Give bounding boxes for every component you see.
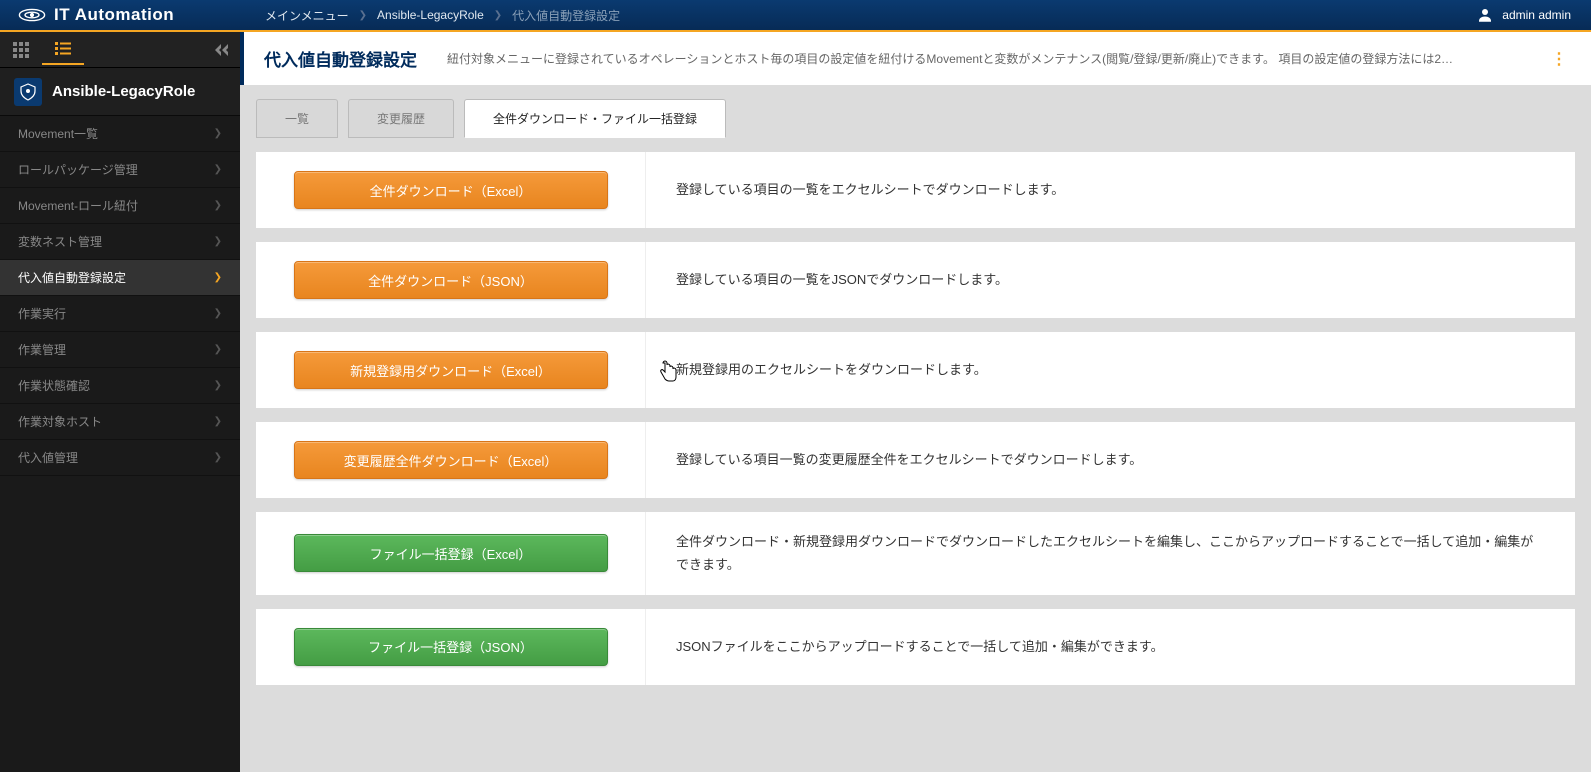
action-button-cell: 変更履歴全件ダウンロード（Excel） — [256, 422, 646, 498]
sidebar-menu: Movement一覧❯ロールパッケージ管理❯Movement-ロール紐付❯変数ネ… — [0, 116, 240, 772]
grid-view-button[interactable] — [0, 35, 42, 65]
action-button-cell: 全件ダウンロード（Excel） — [256, 152, 646, 228]
user-icon — [1476, 6, 1494, 24]
action-row-2: 新規登録用ダウンロード（Excel） 新規登録用のエクセルシートをダウンロードしま… — [256, 332, 1575, 408]
chevron-right-icon: ❯ — [214, 344, 222, 355]
sidebar-item-7[interactable]: 作業状態確認 ❯ — [0, 368, 240, 404]
action-description: 全件ダウンロード・新規登録用ダウンロードでダウンロードしたエクセルシートを編集し… — [646, 512, 1575, 595]
chevron-right-icon: ❯ — [214, 128, 222, 139]
action-row-5: ファイル一括登録（JSON） JSONファイルをここからアップロードすることで一括… — [256, 609, 1575, 685]
sidebar-item-label: Movement一覧 — [18, 125, 98, 142]
sidebar-item-1[interactable]: ロールパッケージ管理 ❯ — [0, 152, 240, 188]
chevron-right-icon: ❯ — [214, 380, 222, 391]
chevron-right-icon: ❯ — [214, 272, 222, 283]
sidebar-item-label: 変数ネスト管理 — [18, 233, 102, 250]
chevron-right-icon: ❯ — [214, 416, 222, 427]
tab-0[interactable]: 一覧 — [256, 99, 338, 138]
chevron-right-icon: ❯ — [214, 308, 222, 319]
sidebar-item-0[interactable]: Movement一覧 ❯ — [0, 116, 240, 152]
sidebar-item-label: 作業対象ホスト — [18, 413, 102, 430]
sidebar-item-4[interactable]: 代入値自動登録設定 ❯ — [0, 260, 240, 296]
sidebar-title-row: Ansible-LegacyRole — [0, 68, 240, 116]
chevron-right-icon: ❯ — [488, 10, 508, 21]
page-header: 代入値自動登録設定 紐付対象メニューに登録されているオペレーションとホスト毎の項… — [240, 32, 1591, 85]
action-row-4: ファイル一括登録（Excel） 全件ダウンロード・新規登録用ダウンロードでダウンロ… — [256, 512, 1575, 595]
action-description: 登録している項目一覧の変更履歴全件をエクセルシートでダウンロードします。 — [646, 422, 1575, 498]
action-button-2[interactable]: 新規登録用ダウンロード（Excel） — [294, 351, 608, 389]
action-description: 登録している項目の一覧をエクセルシートでダウンロードします。 — [646, 152, 1575, 228]
sidebar: Ansible-LegacyRole Movement一覧❯ロールパッケージ管理… — [0, 32, 240, 772]
sidebar-item-9[interactable]: 代入値管理 ❯ — [0, 440, 240, 476]
tabs: 一覧変更履歴全件ダウンロード・ファイル一括登録 — [240, 93, 1591, 138]
more-icon[interactable]: ⋮ — [1547, 49, 1571, 69]
tab-2[interactable]: 全件ダウンロード・ファイル一括登録 — [464, 99, 726, 138]
sidebar-item-label: 代入値自動登録設定 — [18, 269, 126, 286]
chevron-right-icon: ❯ — [353, 10, 373, 21]
sidebar-item-5[interactable]: 作業実行 ❯ — [0, 296, 240, 332]
action-button-cell: ファイル一括登録（JSON） — [256, 609, 646, 685]
user-area[interactable]: admin admin — [1476, 6, 1591, 24]
action-button-cell: 新規登録用ダウンロード（Excel） — [256, 332, 646, 408]
action-row-1: 全件ダウンロード（JSON） 登録している項目の一覧をJSONでダウンロードします… — [256, 242, 1575, 318]
list-view-button[interactable] — [42, 35, 84, 65]
chevron-right-icon: ❯ — [214, 452, 222, 463]
action-button-0[interactable]: 全件ダウンロード（Excel） — [294, 171, 608, 209]
action-button-5[interactable]: ファイル一括登録（JSON） — [294, 628, 608, 666]
action-description: 新規登録用のエクセルシートをダウンロードします。 — [646, 332, 1575, 408]
sidebar-item-2[interactable]: Movement-ロール紐付 ❯ — [0, 188, 240, 224]
sidebar-item-label: 作業実行 — [18, 305, 66, 322]
sidebar-title: Ansible-LegacyRole — [52, 83, 195, 100]
breadcrumb-item-1[interactable]: Ansible-LegacyRole — [377, 8, 484, 22]
breadcrumb-item-0[interactable]: メインメニュー — [265, 7, 349, 24]
topbar: IT Automation メインメニュー ❯ Ansible-LegacyRo… — [0, 0, 1591, 32]
sidebar-item-label: 代入値管理 — [18, 449, 78, 466]
app-name: IT Automation — [54, 5, 174, 25]
main-content: 代入値自動登録設定 紐付対象メニューに登録されているオペレーションとホスト毎の項… — [240, 32, 1591, 772]
breadcrumb: メインメニュー ❯ Ansible-LegacyRole ❯ 代入値自動登録設定 — [240, 7, 620, 24]
sidebar-item-label: Movement-ロール紐付 — [18, 197, 138, 214]
action-button-cell: 全件ダウンロード（JSON） — [256, 242, 646, 318]
sidebar-item-6[interactable]: 作業管理 ❯ — [0, 332, 240, 368]
breadcrumb-item-2: 代入値自動登録設定 — [512, 7, 620, 24]
action-row-3: 変更履歴全件ダウンロード（Excel） 登録している項目一覧の変更履歴全件をエクセ… — [256, 422, 1575, 498]
action-button-cell: ファイル一括登録（Excel） — [256, 512, 646, 595]
action-description: JSONファイルをここからアップロードすることで一括して追加・編集ができます。 — [646, 609, 1575, 685]
user-name: admin admin — [1502, 8, 1571, 22]
page-description: 紐付対象メニューに登録されているオペレーションとホスト毎の項目の設定値を紐付ける… — [447, 50, 1517, 67]
action-button-3[interactable]: 変更履歴全件ダウンロード（Excel） — [294, 441, 608, 479]
sidebar-item-label: ロールパッケージ管理 — [18, 161, 138, 178]
sidebar-item-label: 作業管理 — [18, 341, 66, 358]
page-title: 代入値自動登録設定 — [264, 46, 417, 71]
chevron-right-icon: ❯ — [214, 164, 222, 175]
chevron-right-icon: ❯ — [214, 236, 222, 247]
module-icon — [14, 78, 42, 106]
sidebar-item-8[interactable]: 作業対象ホスト ❯ — [0, 404, 240, 440]
action-row-0: 全件ダウンロード（Excel） 登録している項目の一覧をエクセルシートでダウンロー… — [256, 152, 1575, 228]
chevron-right-icon: ❯ — [214, 200, 222, 211]
logo-area: IT Automation — [0, 5, 240, 25]
tab-1[interactable]: 変更履歴 — [348, 99, 454, 138]
sidebar-collapse-button[interactable] — [204, 44, 240, 56]
sidebar-item-3[interactable]: 変数ネスト管理 ❯ — [0, 224, 240, 260]
content-area: 全件ダウンロード（Excel） 登録している項目の一覧をエクセルシートでダウンロー… — [240, 138, 1591, 713]
chevron-left-double-icon — [215, 44, 229, 56]
action-description: 登録している項目の一覧をJSONでダウンロードします。 — [646, 242, 1575, 318]
sidebar-toggle-row — [0, 32, 240, 68]
action-button-4[interactable]: ファイル一括登録（Excel） — [294, 534, 608, 572]
action-button-1[interactable]: 全件ダウンロード（JSON） — [294, 261, 608, 299]
sidebar-item-label: 作業状態確認 — [18, 377, 90, 394]
logo-icon — [18, 5, 46, 25]
